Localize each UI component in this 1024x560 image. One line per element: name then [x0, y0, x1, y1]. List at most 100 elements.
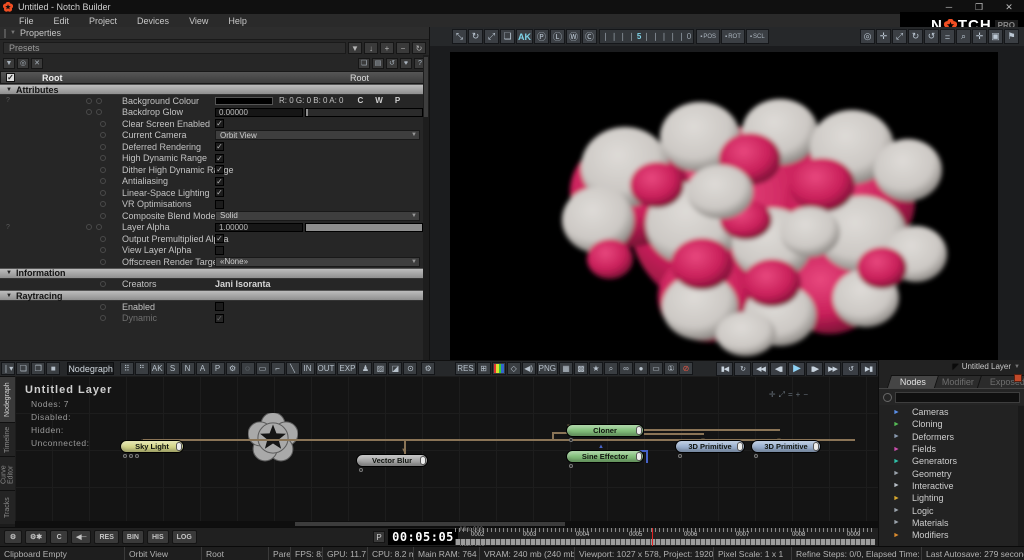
input-icon[interactable]: IN [301, 362, 315, 375]
slider-layer-alpha[interactable] [305, 223, 423, 232]
keyframe-dot-icon[interactable] [96, 109, 102, 115]
keyframe-dot-icon[interactable] [100, 247, 106, 253]
preview-button[interactable]: P [373, 531, 385, 543]
pan-view-icon[interactable]: ✛ [876, 29, 891, 44]
dropdown-composite-blend-mode[interactable]: Solid▼ [215, 211, 420, 221]
equal-widget-icon[interactable]: = [788, 390, 793, 400]
checkbox-linear-space-lighting[interactable]: ✓ [215, 188, 224, 197]
keyframe-dot-icon[interactable] [100, 167, 106, 173]
keyframe-dot-icon[interactable] [100, 281, 106, 287]
node-handle[interactable] [636, 452, 642, 461]
expand-arrow-icon[interactable]: ► [893, 458, 900, 465]
pivot-local-icon[interactable]: Ⓛ [550, 29, 565, 44]
loop-end-button[interactable]: ↺ [842, 362, 859, 376]
fast-forward-button[interactable]: ▶▶ [824, 362, 841, 376]
gear-icon[interactable]: ⚙ [421, 362, 435, 375]
checkbox-dynamic[interactable]: ✓ [215, 314, 224, 323]
side-tab-timeline[interactable]: Timeline [0, 422, 15, 456]
checkbox-clear-screen-enabled[interactable]: ✓ [215, 119, 224, 128]
checkbox-dither-high-dynamic-range[interactable]: ✓ [215, 165, 224, 174]
node-3d-primitive-4[interactable]: 3D Primitive [675, 440, 745, 453]
zoom-out-widget-icon[interactable]: − [803, 390, 808, 400]
line-icon[interactable]: ╲ [286, 362, 300, 375]
menu-devices[interactable]: Devices [128, 16, 178, 26]
rotate-ccw-icon[interactable]: ↺ [924, 29, 939, 44]
expand-arrow-icon[interactable]: ► [893, 470, 900, 477]
remove-preset-icon[interactable]: − [396, 42, 410, 54]
menu-file[interactable]: File [10, 16, 43, 26]
duplicate-icon[interactable]: ❏ [500, 29, 515, 44]
autokey-icon[interactable]: AK [150, 362, 165, 375]
color-button-c[interactable]: C [357, 96, 363, 105]
checkbox-view-layer-alpha[interactable] [215, 246, 224, 255]
res-icon[interactable]: RES [455, 362, 475, 375]
root-node-row[interactable]: ✓ Root Root [0, 71, 429, 84]
ungroup-icon[interactable]: ⠛ [135, 362, 149, 375]
category-modifiers[interactable]: ►Modifiers [879, 529, 1018, 541]
expand-arrow-icon[interactable]: ► [893, 532, 900, 539]
node-pin[interactable] [359, 468, 363, 472]
disable-icon[interactable]: ⊘ [679, 362, 693, 375]
checkbox-deferred-rendering[interactable]: ✓ [215, 142, 224, 151]
info-icon[interactable]: ① [664, 362, 678, 375]
render-canvas[interactable] [450, 52, 998, 360]
node-pin[interactable] [678, 454, 682, 458]
keyframe-dot-icon[interactable] [86, 109, 92, 115]
node-pin[interactable] [569, 438, 573, 442]
marquee-icon[interactable]: ▭ [256, 362, 270, 375]
button-log[interactable]: LOG [172, 530, 197, 544]
keyframe-dot-icon[interactable] [100, 178, 106, 184]
keyable-icon[interactable]: ? [6, 224, 10, 231]
expand-arrow-icon[interactable]: ► [893, 421, 900, 428]
presets-dropdown[interactable]: Presets [3, 42, 346, 54]
equals-icon[interactable]: = [940, 29, 955, 44]
autokey-icon[interactable]: AK [516, 29, 533, 44]
checkbox-vr-optimisations[interactable] [215, 200, 224, 209]
slider-backdrop-glow[interactable] [305, 108, 423, 117]
pivot-position-icon[interactable]: Ⓟ [534, 29, 549, 44]
node-handle[interactable] [636, 426, 642, 435]
expand-arrow-icon[interactable]: ► [893, 446, 900, 453]
lasso-icon[interactable]: ◌ [241, 362, 255, 375]
section-header-information[interactable]: ▼Information [0, 268, 429, 279]
camera-icon[interactable]: ▣ [988, 29, 1003, 44]
expand-arrow-icon[interactable]: ► [893, 507, 900, 514]
snap-icon[interactable]: S [166, 362, 180, 375]
record-filter-icon[interactable]: ◎ [17, 58, 29, 69]
keyframe-dot-icon[interactable] [86, 98, 92, 104]
node-pin[interactable] [754, 454, 758, 458]
node-pin[interactable] [123, 454, 127, 458]
tab-nodes[interactable]: Nodes [887, 375, 939, 388]
keyframe-strip[interactable]: ❘❘❘❘5❘❘❘❘❘0 [599, 29, 694, 44]
star-icon[interactable]: ★ [589, 362, 603, 375]
checkbox-enabled[interactable] [215, 302, 224, 311]
elbow-icon[interactable]: ⌐ [271, 362, 285, 375]
keyframe-dot-icon[interactable] [96, 98, 102, 104]
expand-arrow-icon[interactable]: ► [893, 495, 900, 502]
loop-start-button[interactable]: ↻ [734, 362, 751, 376]
color-swatch-background-colour[interactable] [215, 97, 273, 105]
paste-icon[interactable]: ▤ [372, 58, 384, 69]
number-field-layer-alpha[interactable]: 1.00000 [215, 223, 303, 232]
magnifier-icon[interactable]: ⌕ [604, 362, 618, 375]
node-pin[interactable] [129, 454, 133, 458]
node-sky-light-0[interactable]: Sky Light [120, 440, 184, 453]
timeline-ruler[interactable]: 00020003000400050006000700080009 [455, 528, 875, 547]
focus-icon[interactable]: ◎ [860, 29, 875, 44]
root-node-gear[interactable] [248, 413, 298, 463]
export-icon[interactable]: EXP [337, 362, 357, 375]
node-pin[interactable] [135, 454, 139, 458]
gear-star-icon[interactable]: ⚙✱ [25, 530, 47, 544]
keyframe-dot-icon[interactable] [86, 224, 92, 230]
nodes-panel-scrollbar[interactable] [1018, 406, 1024, 546]
nodegraph-canvas[interactable]: Untitled Layer Nodes: 7Disabled:Hidden:U… [15, 376, 878, 521]
group-icon[interactable]: ⠿ [120, 362, 134, 375]
keyframe-dot-icon[interactable] [100, 190, 106, 196]
side-tab-curve-editor[interactable]: Curve Editor [0, 456, 15, 490]
window-solid-icon[interactable]: ■ [46, 362, 60, 375]
film-icon[interactable]: ▩ [574, 362, 588, 375]
zoom-in-widget-icon[interactable]: + [796, 390, 801, 400]
checkbox-high-dynamic-range[interactable]: ✓ [215, 154, 224, 163]
fit-view-icon[interactable]: ⤢ [892, 29, 907, 44]
collapse-icon[interactable]: ▼ [10, 30, 16, 36]
